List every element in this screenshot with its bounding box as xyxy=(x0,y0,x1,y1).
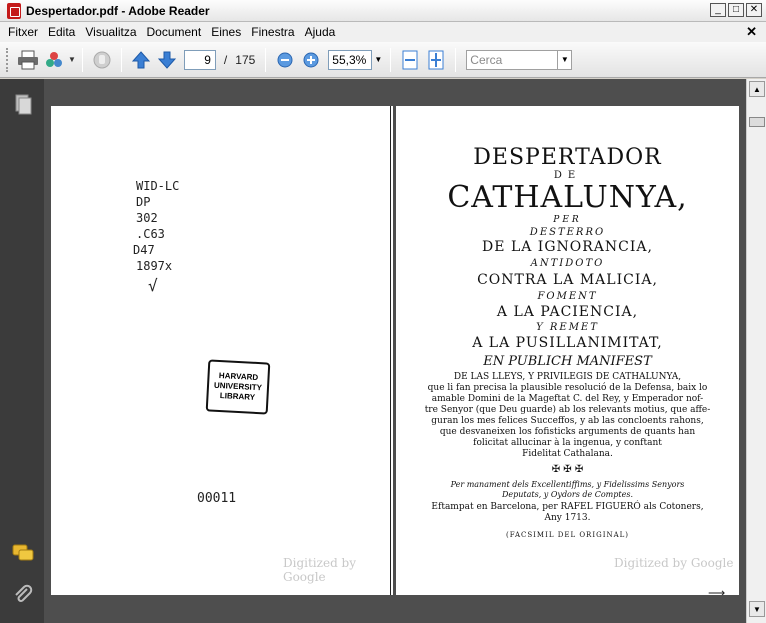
prev-page-button[interactable] xyxy=(128,47,154,73)
line-ignorancia: DE LA IGNORANCIA, xyxy=(482,239,653,255)
menu-bar: Fitxer Edita Visualitza Document Eines F… xyxy=(0,22,766,42)
toolbar-separator xyxy=(81,47,83,72)
menu-eines[interactable]: Eines xyxy=(206,25,246,39)
toolbar-separator xyxy=(455,47,457,72)
navigation-pane xyxy=(0,79,44,623)
toolbar-separator xyxy=(120,47,122,72)
scroll-up-button[interactable]: ▲ xyxy=(749,81,765,97)
search-dropdown-arrow[interactable]: ▼ xyxy=(558,49,573,70)
line-manifest: EN PUBLICH MANIFEST xyxy=(483,354,652,369)
close-document-button[interactable]: ✕ xyxy=(746,24,757,40)
menu-visualitza[interactable]: Visualitza xyxy=(80,25,141,39)
fit-width-button[interactable] xyxy=(397,47,423,73)
comments-icon[interactable] xyxy=(12,542,34,564)
body-line: que desvaneixen los fofisticks arguments… xyxy=(439,427,696,437)
body-line: Fidelitat Cathalana. xyxy=(522,449,613,459)
title-cathalunya: CATHALUNYA, xyxy=(447,180,688,215)
page-total: 175 xyxy=(235,52,256,67)
window-controls: _ □ ✕ xyxy=(710,3,762,17)
hand-tool-button[interactable] xyxy=(89,47,115,73)
vertical-scrollbar[interactable]: ▲ ▼ xyxy=(746,79,766,623)
zoom-out-button[interactable] xyxy=(272,47,298,73)
prev-page-icon xyxy=(131,50,151,68)
page-number-input[interactable]: 9 xyxy=(183,49,216,70)
title-despertador: DESPERTADOR xyxy=(473,145,662,170)
maximize-button[interactable]: □ xyxy=(728,3,744,17)
body-line: folicitat allucinar à la ingenua, y conf… xyxy=(473,438,662,448)
toolbar-separator xyxy=(390,47,392,72)
line-malicia: CONTRA LA MALICIA, xyxy=(477,272,658,288)
toolbar: ▼ 9 / 175 55,3% ▼ Cerca ▼ xyxy=(0,42,766,78)
menu-finestra[interactable]: Finestra xyxy=(246,25,299,39)
print-button[interactable] xyxy=(15,47,41,73)
handwritten-note: D47 xyxy=(133,243,155,257)
pdf-page-left: WID-LC DP 302 .C63 D47 1897x √ HARVARD U… xyxy=(51,106,393,595)
attachments-icon[interactable] xyxy=(12,584,34,606)
page-number-handwritten: 00011 xyxy=(197,491,237,506)
library-stamp: HARVARD UNIVERSITY LIBRARY xyxy=(205,359,271,415)
zoom-in-icon xyxy=(303,52,319,67)
body-line: amable Domini de la Mageftat C. del Rey,… xyxy=(431,394,704,404)
share-dropdown-arrow[interactable]: ▼ xyxy=(68,55,76,64)
minimize-button[interactable]: _ xyxy=(710,3,726,17)
document-view[interactable]: WID-LC DP 302 .C63 D47 1897x √ HARVARD U… xyxy=(44,79,746,623)
fit-page-button[interactable] xyxy=(423,47,449,73)
handwritten-note: DP xyxy=(136,195,151,209)
word-remet: Y REMET xyxy=(536,322,599,333)
window-title: Despertador.pdf - Adobe Reader xyxy=(26,3,210,18)
printer-line: Eftampat en Barcelona, per RAFEL FIGUERÓ… xyxy=(431,502,704,512)
handwritten-note: 302 xyxy=(136,211,158,225)
handwritten-note: 1897x xyxy=(136,259,173,273)
next-page-button[interactable] xyxy=(154,47,180,73)
search-input[interactable]: Cerca xyxy=(466,49,559,70)
zoom-dropdown-arrow[interactable]: ▼ xyxy=(372,50,384,70)
share-button[interactable] xyxy=(41,47,67,73)
body-line: DE LAS LLEYS, Y PRIVILEGIS DE CATHALUNYA… xyxy=(453,372,682,382)
word-desterro: DESTERRO xyxy=(529,227,606,238)
menu-document[interactable]: Document xyxy=(142,25,207,39)
scroll-down-button[interactable]: ▼ xyxy=(749,601,765,617)
zoom-out-icon xyxy=(277,52,293,67)
stamp-line: LIBRARY xyxy=(219,391,256,402)
line-paciencia: A LA PACIENCIA, xyxy=(496,304,639,320)
handwritten-note: .C63 xyxy=(136,227,165,241)
zoom-level-input[interactable]: 55,3% xyxy=(328,49,373,70)
ornament: ✠ ✠ ✠ xyxy=(551,464,584,475)
printer-icon xyxy=(18,50,38,69)
pages-thumbnail-icon[interactable] xyxy=(12,93,34,115)
fit-page-icon xyxy=(428,50,444,69)
line-pusillanimitat: A LA PUSILLANIMITAT, xyxy=(472,335,663,351)
handwritten-note: WID-LC xyxy=(136,179,180,193)
menu-edita[interactable]: Edita xyxy=(43,25,80,39)
body-line: tre Senyor (que Deu guarde) ab los relev… xyxy=(424,405,711,415)
checkmark: √ xyxy=(148,276,158,295)
hand-icon xyxy=(93,51,111,68)
menu-ajuda[interactable]: Ajuda xyxy=(300,25,341,39)
close-window-button[interactable]: ✕ xyxy=(746,3,762,17)
adobe-reader-icon xyxy=(7,2,21,19)
facsimil-note: (FACSIMIL DEL ORIGINAL) xyxy=(505,531,630,539)
menu-fitxer[interactable]: Fitxer xyxy=(3,25,43,39)
zoom-in-button[interactable] xyxy=(298,47,324,73)
word-antidoto: ANTIDOTO xyxy=(530,258,605,269)
arrow-mark: ⟶ xyxy=(708,586,726,595)
page-divider xyxy=(390,106,391,595)
fit-width-icon xyxy=(402,50,418,69)
share-icon xyxy=(46,51,62,67)
page-separator: / xyxy=(223,52,228,67)
next-page-icon xyxy=(157,51,177,69)
scroll-thumb[interactable] xyxy=(749,117,765,127)
printer-year: Any 1713. xyxy=(544,513,591,523)
toolbar-grip xyxy=(6,47,9,72)
word-foment: FOMENT xyxy=(537,291,598,302)
google-watermark: Digitized by Google xyxy=(614,556,734,570)
body-line: guran los mes felices Succeffos, y ab la… xyxy=(431,416,704,426)
word-per: PER xyxy=(553,215,582,225)
pdf-page-right: DESPERTADOR DE CATHALUNYA, PER DESTERRO … xyxy=(396,106,739,595)
toolbar-separator xyxy=(265,47,267,72)
mandate-text: Per manament dels Excellentiffims, y Fid… xyxy=(450,480,685,499)
google-watermark: Digitized by Google xyxy=(283,556,357,584)
body-line: que li fan precisa la plausible resoluci… xyxy=(427,383,708,393)
title-bar: Despertador.pdf - Adobe Reader _ □ ✕ xyxy=(0,0,766,22)
